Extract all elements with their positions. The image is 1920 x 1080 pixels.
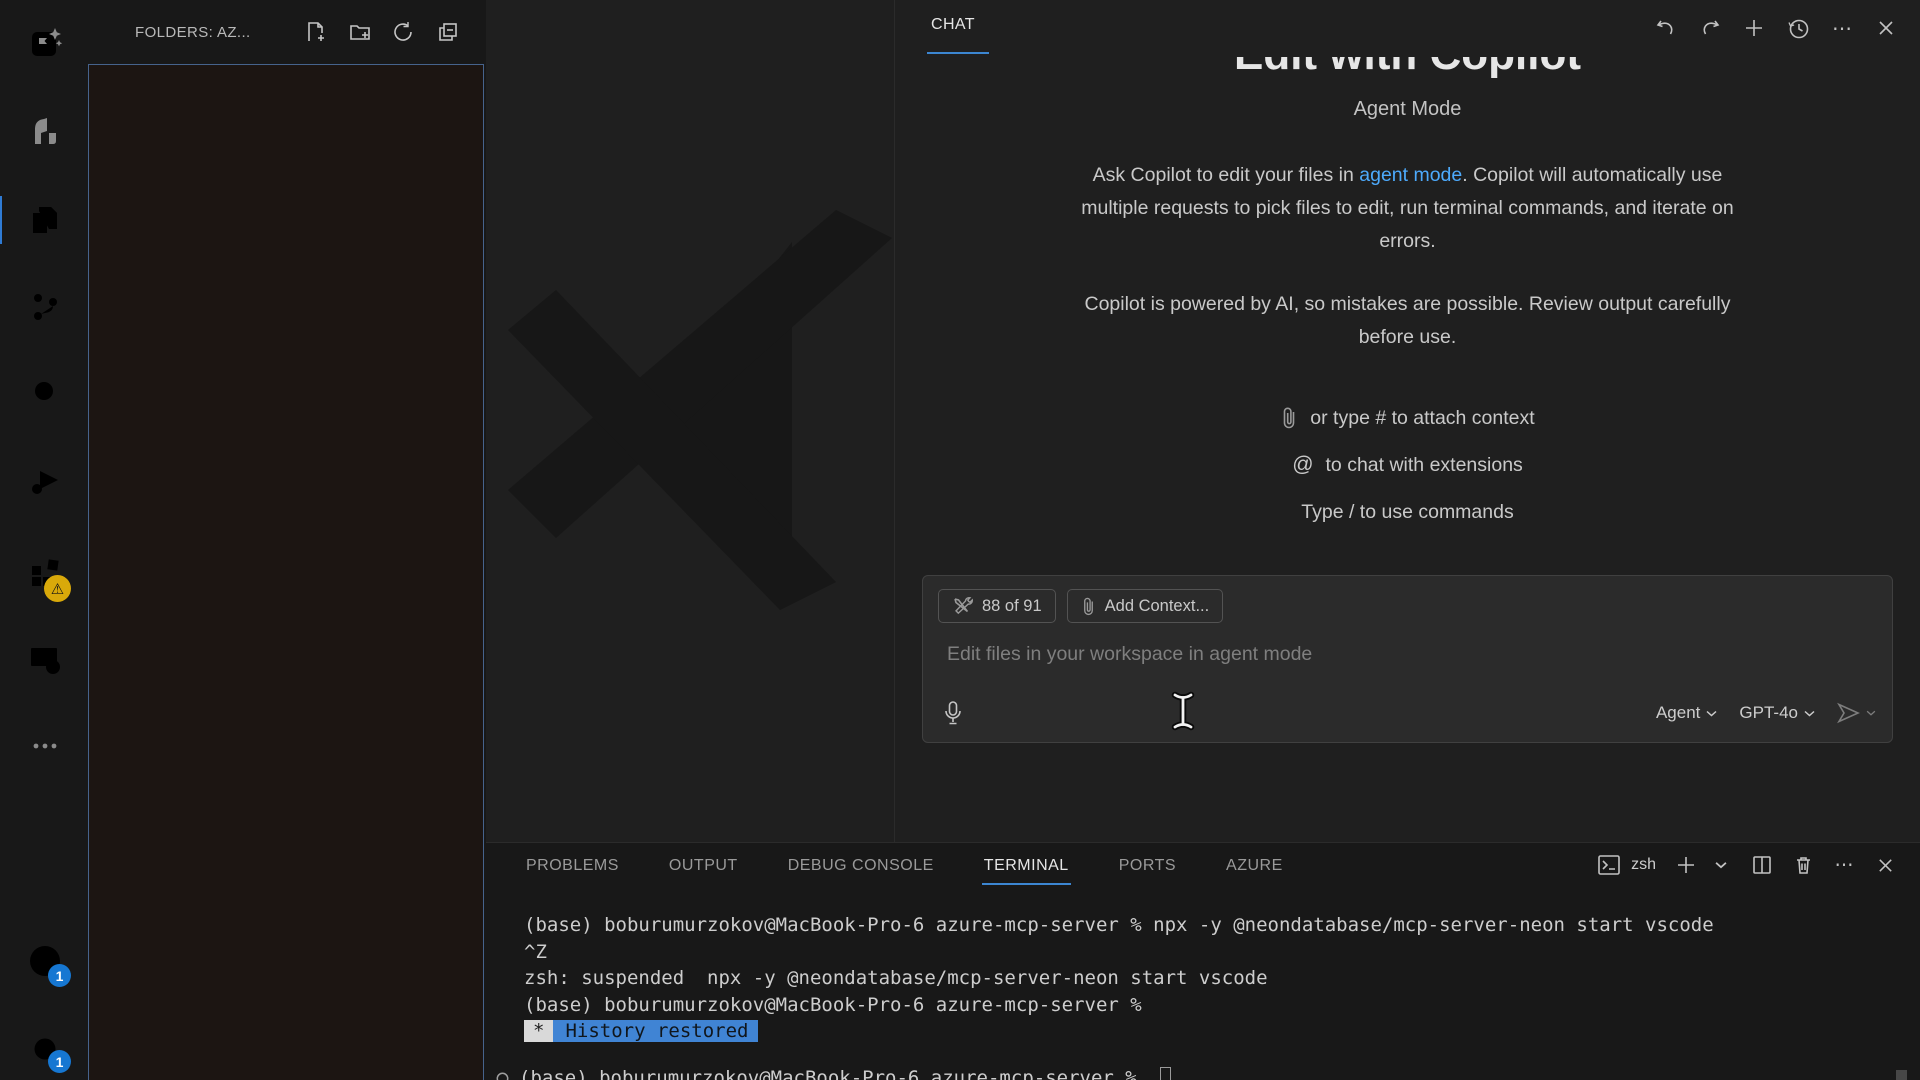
new-folder-icon[interactable] [346,18,374,46]
tools-icon [952,596,973,617]
chat-welcome-paragraph: Ask Copilot to edit your files in agent … [1078,159,1738,258]
copilot-edits-icon[interactable] [23,21,67,65]
explorer-tree-empty[interactable] [88,64,484,1080]
extension-logo-icon[interactable] [23,109,67,153]
shell-name-label[interactable]: zsh [1631,856,1656,874]
at-sign-icon: @ [1292,453,1313,477]
hint-text: Type / to use commands [1301,501,1513,524]
chat-close-icon[interactable] [1872,14,1900,42]
chat-caution-paragraph: Copilot is powered by AI, so mistakes ar… [1078,288,1738,354]
chevron-down-icon [1866,710,1876,716]
kill-terminal-icon[interactable] [1790,852,1816,878]
history-restored-badge: History restored [553,1020,758,1042]
terminal-scrollbar-thumb[interactable] [1896,1070,1907,1080]
microphone-icon[interactable] [943,700,963,726]
tab-output[interactable]: OUTPUT [667,853,740,879]
text-cursor-pointer [1167,690,1199,732]
settings-badge: 1 [48,1050,71,1073]
terminal-cursor [1160,1067,1171,1080]
active-view-indicator [0,196,2,244]
panel-close-icon[interactable] [1872,852,1898,878]
terminal-line: zsh: suspended npx -y @neondatabase/mcp-… [524,965,1714,992]
hint-text: to chat with extensions [1326,454,1523,477]
new-chat-icon[interactable] [1740,14,1768,42]
undo-icon[interactable] [1652,14,1680,42]
sidebar-title: FOLDERS: AZ... [135,24,251,41]
model-label: GPT-4o [1739,703,1798,723]
hint-chat-extensions: @ to chat with extensions [895,453,1920,477]
send-icon [1837,702,1861,724]
search-icon[interactable] [23,372,67,416]
vscode-logo-watermark [492,200,892,620]
explorer-sidebar: FOLDERS: AZ... [90,0,486,1080]
terminal-line: ^Z [524,939,1714,966]
tools-count-pill[interactable]: 88 of 91 [938,589,1056,623]
more-views-icon[interactable] [23,724,67,768]
panel-more-icon[interactable]: ⋯ [1831,852,1857,878]
tab-ports[interactable]: PORTS [1117,853,1178,879]
mode-selector[interactable]: Agent [1656,703,1717,723]
new-terminal-icon[interactable] [1673,852,1699,878]
split-terminal-icon[interactable] [1749,852,1775,878]
explorer-icon[interactable] [23,198,67,242]
activity-bar: ⚠ 1 1 [0,0,90,1080]
paperclip-icon [1280,406,1298,430]
collapse-all-icon[interactable] [434,18,462,46]
terminal-line: (base) boburumurzokov@MacBook-Pro-6 azur… [524,992,1714,1019]
hint-attach-context: or type # to attach context [895,406,1920,430]
chat-panel: CHAT ⋯ Ed [894,0,1920,842]
remote-explorer-icon[interactable] [23,637,67,681]
hint-text: or type # to attach context [1310,407,1534,430]
chat-history-icon[interactable] [1784,14,1812,42]
extensions-warning-badge: ⚠ [44,575,71,602]
chevron-down-icon [1804,710,1815,717]
add-context-button[interactable]: Add Context... [1067,589,1224,623]
send-button[interactable] [1837,702,1876,724]
chat-welcome-subtitle: Agent Mode [895,98,1920,121]
hint-use-commands: Type / to use commands [895,501,1920,524]
add-context-label: Add Context... [1105,597,1210,616]
paperclip-icon [1081,596,1096,617]
run-debug-icon[interactable] [23,460,67,504]
vscode-window: ⚠ 1 1 FOLDERS: AZ... [0,0,1920,1080]
terminal-dropdown-icon[interactable] [1708,852,1734,878]
tab-debug-console[interactable]: DEBUG CONSOLE [786,853,936,879]
terminal-line: (base) boburumurzokov@MacBook-Pro-6 azur… [524,912,1714,939]
tab-terminal[interactable]: TERMINAL [982,853,1071,879]
tab-problems[interactable]: PROBLEMS [524,853,621,879]
tools-count-label: 88 of 91 [982,597,1042,616]
mode-label: Agent [1656,703,1700,723]
chat-input-placeholder: Edit files in your workspace in agent mo… [947,643,1312,666]
command-decoration-icon [496,1072,509,1080]
source-control-icon[interactable] [23,285,67,329]
agent-mode-link[interactable]: agent mode [1359,164,1462,186]
terminal-prompt-text: (base) boburumurzokov@MacBook-Pro-6 azur… [519,1067,1148,1080]
editor-area[interactable] [486,0,894,842]
tab-azure[interactable]: AZURE [1224,853,1285,879]
history-star-badge: * [524,1020,553,1042]
terminal-last-line: (base) boburumurzokov@MacBook-Pro-6 azur… [496,1067,1171,1080]
chevron-down-icon [1706,710,1717,717]
redo-icon[interactable] [1696,14,1724,42]
chat-more-icon[interactable]: ⋯ [1828,14,1856,42]
model-selector[interactable]: GPT-4o [1739,703,1815,723]
tab-chat[interactable]: CHAT [931,16,975,34]
refresh-icon[interactable] [390,18,418,46]
account-badge: 1 [48,964,71,987]
chat-input-box[interactable]: 88 of 91 Add Context... Edit files in yo… [922,575,1893,743]
new-file-icon[interactable] [302,18,330,46]
bottom-panel: PROBLEMS OUTPUT DEBUG CONSOLE TERMINAL P… [486,842,1920,1080]
chat-welcome-title: Edit with Copilot [895,57,1920,80]
chat-panel-header: CHAT ⋯ [895,0,1920,57]
terminal-icon [1596,852,1622,878]
terminal-output[interactable]: (base) boburumurzokov@MacBook-Pro-6 azur… [524,912,1714,1045]
chat-tab-active-underline [927,52,989,54]
paragraph-text: Ask Copilot to edit your files in [1093,164,1360,186]
terminal-line-history: *History restored [524,1018,1714,1045]
